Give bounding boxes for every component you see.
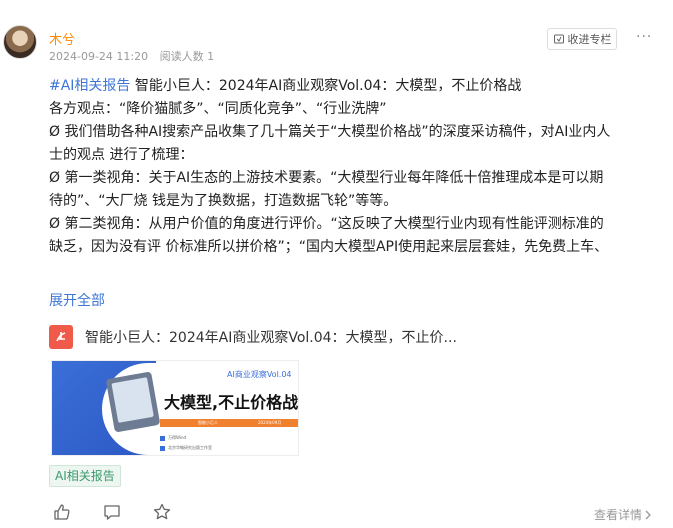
post-line-8: 缺乏，因为没有评 价标准所以拼价格”；“国内大模型API使用起来层层套娃，先免费…	[49, 239, 609, 255]
post-line-1: #AI相关报告 智能小巨人：2024年AI商业观察Vol.04：大模型，不止价格…	[49, 78, 522, 94]
expand-all-link[interactable]: 展开全部	[49, 290, 105, 310]
thumbnail-device	[105, 371, 161, 433]
view-details-link[interactable]: 查看详情	[594, 506, 652, 523]
attachment-thumbnail[interactable]: AI商业观察Vol.04 大模型,不止价格战 智能小巨人 2024年09月 万得…	[51, 360, 299, 456]
thumbnail-bar-left: 智能小巨人	[198, 420, 218, 425]
post-content: #AI相关报告 智能小巨人：2024年AI商业观察Vol.04：大模型，不止价格…	[49, 75, 649, 259]
thumbs-up-icon[interactable]	[52, 502, 72, 522]
action-bar	[52, 502, 172, 522]
chevron-right-icon	[645, 510, 651, 519]
post-meta: 2024-09-24 11:20 阅读人数 1	[49, 48, 214, 64]
more-icon[interactable]: ···	[636, 29, 652, 45]
post-date: 2024-09-24 11:20	[49, 50, 149, 63]
thumbnail-headline: 大模型,不止价格战	[164, 393, 299, 412]
collect-label: 收进专栏	[567, 33, 612, 46]
star-icon[interactable]	[152, 502, 172, 522]
thumbnail-line-b: 北京华翰研究出版工作室	[160, 445, 212, 451]
topic-tag-link[interactable]: #AI相关报告	[49, 78, 130, 94]
thumbnail-series: AI商业观察Vol.04	[227, 370, 292, 379]
post-line-6: 待的”、“大厂烧 钱是为了换数据，打造数据飞轮”等等。	[49, 193, 398, 209]
attachment-title[interactable]: 智能小巨人：2024年AI商业观察Vol.04：大模型，不止价...	[85, 327, 457, 347]
thumbnail-line-a: 万得Wind	[160, 435, 186, 441]
topic-tag-chip[interactable]: AI相关报告	[49, 465, 121, 487]
view-details-label: 查看详情	[594, 508, 643, 522]
post-line-7: Ø 第二类视角：从用户价值的角度进行评价。“这反映了大模型行业内现有性能评测标准…	[49, 216, 604, 232]
post-line-5: Ø 第一类视角：关于AI生态的上游技术要素。“大模型行业每年降低十倍推理成本是可…	[49, 170, 604, 186]
collect-to-column-button[interactable]: 收进专栏	[547, 28, 617, 50]
pdf-icon	[49, 325, 73, 349]
attachment-row[interactable]: 智能小巨人：2024年AI商业观察Vol.04：大模型，不止价...	[49, 325, 457, 349]
avatar[interactable]	[3, 25, 37, 59]
post-line-4: 士的观点 进行了梳理：	[49, 147, 194, 163]
post-line-3: Ø 我们借助各种AI搜索产品收集了几十篇关于“大模型价格战”的深度采访稿件，对A…	[49, 124, 611, 140]
comment-icon[interactable]	[102, 502, 122, 522]
collect-icon	[553, 34, 564, 44]
author-name[interactable]: 木兮	[49, 29, 75, 48]
thumbnail-bar-right: 2024年09月	[258, 420, 282, 425]
post-line-2: 各方观点：“降价猫腻多”、“同质化竞争”、“行业洗牌”	[49, 101, 387, 117]
read-count: 阅读人数 1	[159, 50, 215, 63]
thumbnail-bar: 智能小巨人 2024年09月	[160, 419, 298, 427]
